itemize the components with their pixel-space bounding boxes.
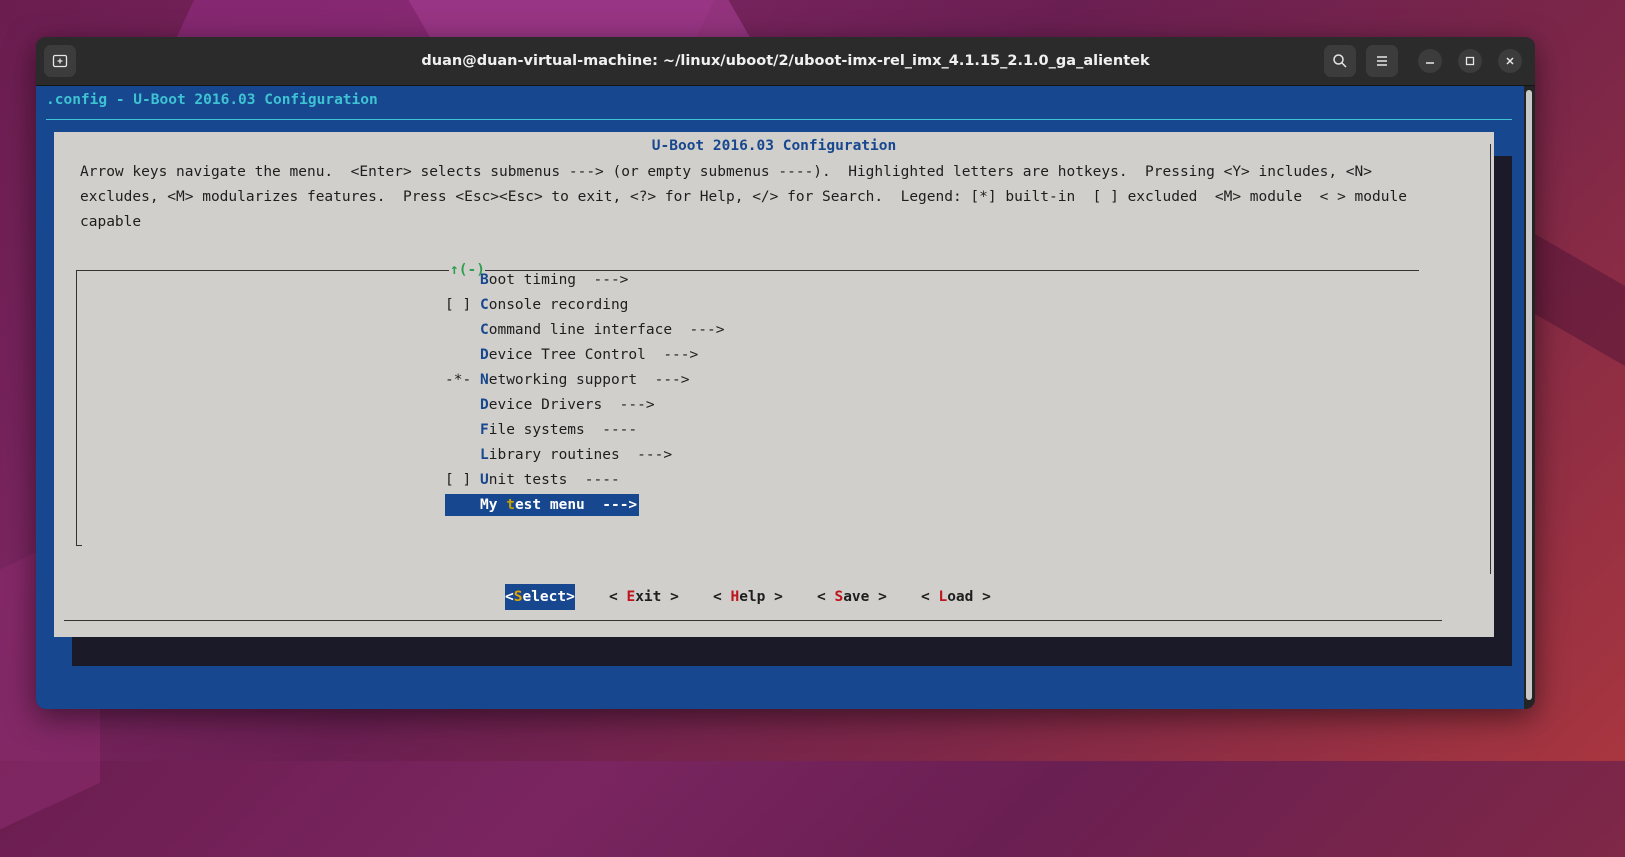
button-bracket: >	[765, 589, 783, 605]
menu-item-hotkey: F	[480, 422, 489, 438]
button-bar: <Select> < Exit > < Help > < Save > < Load >	[54, 584, 1494, 610]
menu-box-border	[77, 545, 82, 546]
menu-item-label: etworking support --->	[488, 372, 690, 388]
button-hotkey: E	[626, 589, 636, 605]
header-divider	[46, 119, 1512, 120]
terminal-area[interactable]: .config - U-Boot 2016.03 Configuration U…	[36, 86, 1535, 709]
scrollbar[interactable]	[1524, 86, 1535, 709]
menu-item-prefix: [ ]	[445, 297, 472, 313]
menu-item-hotkey: t	[506, 497, 515, 513]
button-bracket: <	[609, 589, 627, 605]
menu-item-label: My	[480, 497, 507, 513]
menu-item-label: oot timing --->	[488, 272, 629, 288]
menu-item[interactable]: Boot timing --->	[445, 269, 628, 291]
button-label: xit	[635, 589, 662, 605]
title-bar[interactable]: duan@duan-virtual-machine: ~/linux/uboot…	[36, 37, 1535, 86]
button-hotkey: L	[938, 589, 948, 605]
menu-item[interactable]: [ ] Console recording	[445, 294, 628, 316]
terminal-window: duan@duan-virtual-machine: ~/linux/uboot…	[36, 37, 1535, 709]
menu-item[interactable]: Device Tree Control --->	[445, 344, 698, 366]
menu-item-label: evice Drivers --->	[488, 397, 655, 413]
minimize-icon[interactable]	[1418, 49, 1442, 73]
menu-item-hotkey: C	[480, 322, 489, 338]
menu-item[interactable]: Library routines --->	[445, 444, 672, 466]
window-title: duan@duan-virtual-machine: ~/linux/uboot…	[421, 53, 1150, 69]
menu-item-label: evice Tree Control --->	[488, 347, 699, 363]
hamburger-menu-icon[interactable]	[1366, 45, 1398, 77]
scrollbar-thumb[interactable]	[1526, 90, 1532, 700]
config-header: .config - U-Boot 2016.03 Configuration	[46, 92, 378, 108]
menu-item[interactable]: -*- Networking support --->	[445, 369, 690, 391]
menu-item-label: nit tests ----	[488, 472, 620, 488]
button-bracket: <	[817, 589, 835, 605]
button-save[interactable]: < Save >	[817, 584, 887, 610]
menu-item-hotkey: U	[480, 472, 489, 488]
menu-item-label: onsole recording	[488, 297, 629, 313]
menu-item[interactable]: My test menu --->	[445, 494, 640, 516]
new-tab-icon[interactable]	[44, 45, 76, 77]
menu-item-prefix: [ ]	[445, 472, 472, 488]
maximize-icon[interactable]	[1458, 49, 1482, 73]
close-icon[interactable]	[1498, 49, 1522, 73]
menu-item-hotkey: D	[480, 347, 489, 363]
menu-item-hotkey: C	[480, 297, 489, 313]
button-bracket: >	[661, 589, 679, 605]
button-bracket: >	[869, 589, 887, 605]
button-load[interactable]: < Load >	[921, 584, 991, 610]
menu-item-prefix: -*-	[445, 372, 472, 388]
menu-item-label: ile systems ----	[488, 422, 638, 438]
menu-item[interactable]: File systems ----	[445, 419, 637, 441]
menu-box: ↑(-)	[76, 262, 1419, 546]
button-select[interactable]: <Select>	[505, 584, 575, 610]
menu-item[interactable]: [ ] Unit tests ----	[445, 469, 620, 491]
menu-item-hotkey: N	[480, 372, 489, 388]
menu-item[interactable]: Command line interface --->	[445, 319, 724, 341]
menu-box-border	[77, 270, 449, 271]
button-label: elect	[522, 589, 567, 605]
button-bracket: <	[921, 589, 939, 605]
menuconfig-dialog: U-Boot 2016.03 Configuration Arrow keys …	[54, 132, 1494, 637]
menu-item[interactable]: Device Drivers --->	[445, 394, 655, 416]
button-bracket: <	[505, 589, 514, 605]
button-bracket: <	[713, 589, 731, 605]
menu-item-hotkey: D	[480, 397, 489, 413]
menu-item-label: est menu --->	[514, 497, 638, 513]
dialog-border	[64, 620, 1442, 621]
menu-item-label: ommand line interface --->	[488, 322, 725, 338]
button-hotkey: S	[834, 589, 844, 605]
button-help[interactable]: < Help >	[713, 584, 783, 610]
search-icon[interactable]	[1324, 45, 1356, 77]
button-exit[interactable]: < Exit >	[609, 584, 679, 610]
button-label: ave	[843, 589, 870, 605]
button-bracket: >	[973, 589, 991, 605]
button-label: elp	[739, 589, 766, 605]
button-label: oad	[947, 589, 974, 605]
menu-item-hotkey: L	[480, 447, 489, 463]
menu-item-label: ibrary routines --->	[488, 447, 673, 463]
button-bracket: >	[566, 589, 575, 605]
menu-item-hotkey: B	[480, 272, 489, 288]
help-text: Arrow keys navigate the menu. <Enter> se…	[80, 164, 1407, 230]
dialog-border	[1490, 144, 1491, 574]
dialog-title: U-Boot 2016.03 Configuration	[651, 138, 897, 154]
button-hotkey: H	[730, 589, 740, 605]
